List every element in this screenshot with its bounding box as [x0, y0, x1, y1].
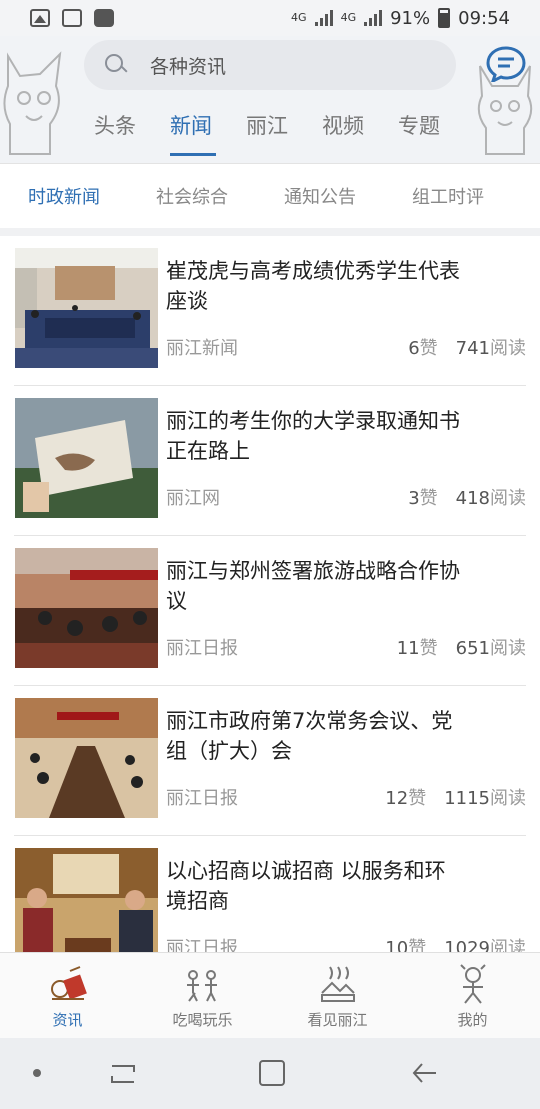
tab-news[interactable]: 新闻: [170, 112, 246, 156]
battery-icon: [438, 8, 451, 28]
read-count: 651阅读: [455, 638, 526, 659]
news-thumbnail: [15, 248, 158, 368]
category-commentary[interactable]: 组工时评: [412, 183, 540, 209]
read-count: 741阅读: [455, 338, 526, 359]
news-item[interactable]: 以心招商以诚招商 以服务和环境招商 丽江日报 10赞 1029阅读: [14, 836, 526, 952]
news-stats: 11赞 651阅读: [397, 634, 526, 660]
clock: 09:54: [458, 7, 510, 29]
news-source: 丽江日报: [166, 938, 238, 952]
news-item[interactable]: 丽江与郑州签署旅游战略合作协议 丽江日报 11赞 651阅读: [14, 536, 526, 686]
news-title: 以心招商以诚招商 以服务和环境招商: [166, 859, 446, 913]
news-icon: [50, 966, 87, 1000]
category-politics-news[interactable]: 时政新闻: [28, 183, 156, 209]
dining-icon: [186, 970, 217, 1002]
top-tab-bar: 头条 新闻 丽江 视频 专题: [94, 112, 474, 156]
search-bar[interactable]: 各种资讯: [84, 40, 456, 90]
like-count: 10赞: [385, 938, 427, 952]
read-count: 1115阅读: [444, 788, 526, 809]
gallery-icon: [30, 9, 50, 27]
nav-scenery[interactable]: 看见丽江: [270, 953, 405, 1038]
search-icon: [104, 53, 128, 77]
read-count: 418阅读: [455, 488, 526, 509]
profile-icon: [459, 964, 486, 1004]
message-icon[interactable]: [486, 46, 526, 82]
category-tab-bar: 时政新闻 社会综合 通知公告 组工时评: [0, 164, 540, 228]
search-placeholder: 各种资讯: [150, 55, 227, 78]
signal-icon: [314, 10, 333, 26]
news-stats: 10赞 1029阅读: [385, 934, 526, 952]
news-source: 丽江网: [166, 488, 220, 509]
news-title: 丽江与郑州签署旅游战略合作协议: [166, 559, 460, 613]
status-icons-right: 4G 4G 91% 09:54: [291, 8, 510, 29]
news-item[interactable]: 丽江市政府第7次常务会议、党组（扩大）会 丽江日报 12赞 1115阅读: [14, 686, 526, 836]
nav-news[interactable]: 资讯: [0, 953, 135, 1038]
news-stats: 3赞 418阅读: [408, 484, 526, 510]
tab-topics[interactable]: 专题: [398, 112, 474, 156]
tab-video[interactable]: 视频: [322, 112, 398, 156]
recent-apps-icon[interactable]: [108, 1062, 138, 1086]
bottom-nav: 资讯 吃喝玩乐 看见丽江 我的: [0, 952, 540, 1038]
news-title: 丽江市政府第7次常务会议、党组（扩大）会: [166, 709, 453, 763]
mascot-left-decoration: [3, 51, 62, 155]
nav-label: 看见丽江: [307, 1011, 368, 1029]
back-icon[interactable]: [410, 1060, 440, 1086]
news-thumbnail: [15, 548, 158, 668]
news-stats: 6赞 741阅读: [408, 334, 526, 360]
screenshot-icon: [62, 9, 82, 27]
wifi-icon: [94, 9, 114, 27]
like-count: 11赞: [396, 638, 438, 659]
status-bar: 4G 4G 91% 09:54: [0, 0, 540, 36]
tab-lijiang[interactable]: 丽江: [246, 112, 322, 156]
news-thumbnail: [15, 398, 158, 518]
status-icons-left: [30, 9, 114, 27]
news-thumbnail: [15, 848, 158, 952]
category-notices[interactable]: 通知公告: [284, 183, 412, 209]
nav-label: 资讯: [52, 1011, 83, 1029]
section-divider: [0, 228, 540, 236]
like-count: 6赞: [408, 338, 438, 359]
home-icon[interactable]: [259, 1060, 285, 1086]
news-list: 崔茂虎与高考成绩优秀学生代表座谈 丽江新闻 6赞 741阅读 丽江的考生你的大学…: [0, 236, 540, 952]
app-header: 各种资讯 头条 新闻 丽江 视频 专题: [0, 36, 540, 164]
nav-dot-icon[interactable]: [33, 1069, 41, 1077]
system-navigation-bar: [0, 1038, 540, 1109]
like-count: 12赞: [385, 788, 427, 809]
tab-headlines[interactable]: 头条: [94, 112, 170, 156]
news-source: 丽江日报: [166, 638, 238, 659]
news-item[interactable]: 崔茂虎与高考成绩优秀学生代表座谈 丽江新闻 6赞 741阅读: [14, 236, 526, 386]
news-stats: 12赞 1115阅读: [385, 784, 526, 810]
signal-icon-2: [364, 10, 383, 26]
nav-label: 我的: [457, 1011, 488, 1029]
read-count: 1029阅读: [444, 938, 526, 952]
category-society[interactable]: 社会综合: [156, 183, 284, 209]
network-type-1: 4G: [291, 11, 307, 24]
battery-percent: 91%: [390, 7, 431, 29]
news-title: 丽江的考生你的大学录取通知书正在路上: [166, 409, 460, 463]
news-thumbnail: [15, 698, 158, 818]
news-item[interactable]: 丽江的考生你的大学录取通知书正在路上 丽江网 3赞 418阅读: [14, 386, 526, 536]
nav-label: 吃喝玩乐: [172, 1011, 233, 1029]
news-source: 丽江新闻: [166, 338, 238, 359]
network-type-2: 4G: [340, 11, 357, 24]
scenery-icon: [320, 966, 355, 1002]
news-title: 崔茂虎与高考成绩优秀学生代表座谈: [166, 259, 460, 313]
nav-profile[interactable]: 我的: [405, 953, 540, 1038]
like-count: 3赞: [408, 488, 438, 509]
news-source: 丽江日报: [166, 788, 238, 809]
nav-dining[interactable]: 吃喝玩乐: [135, 953, 270, 1038]
